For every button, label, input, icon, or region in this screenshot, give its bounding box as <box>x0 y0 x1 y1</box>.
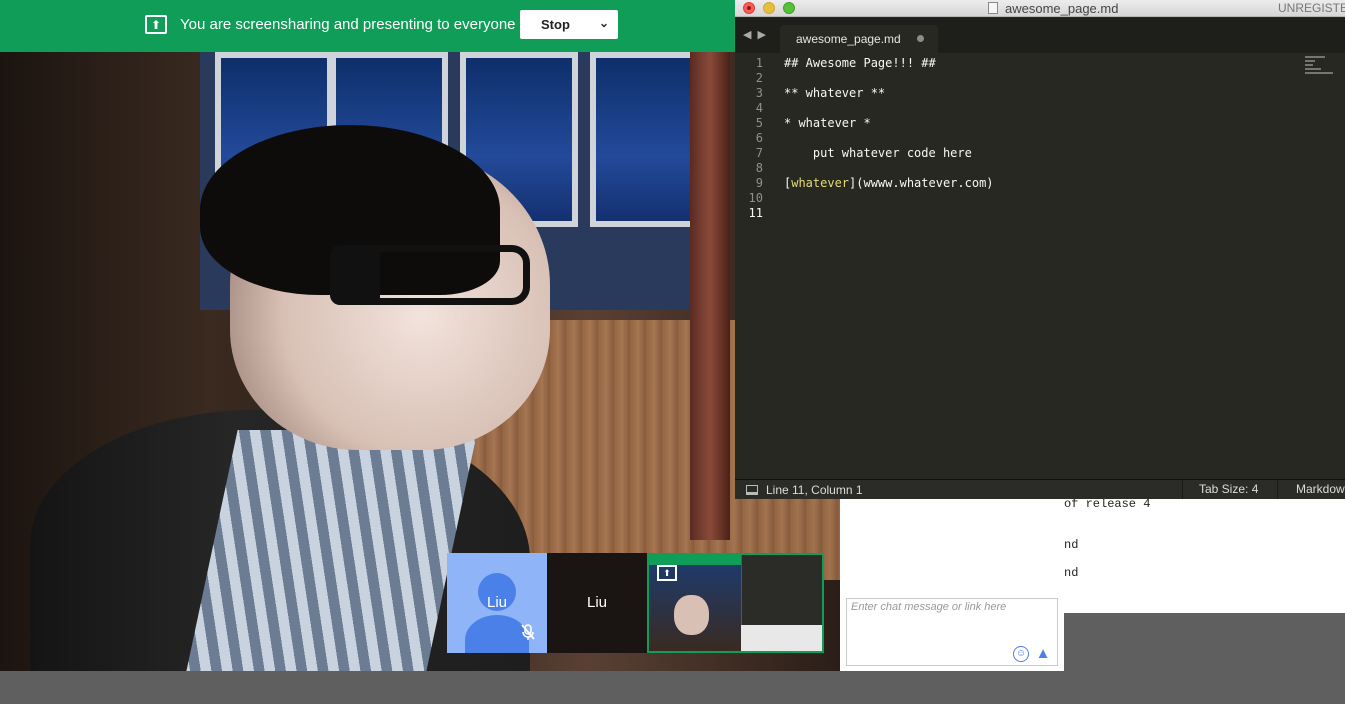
code-line: * whatever * <box>784 116 871 130</box>
drive-icon[interactable]: ▲ <box>1034 645 1052 663</box>
tab-awesome-page[interactable]: awesome_page.md <box>780 25 938 53</box>
mic-muted-icon <box>517 623 539 645</box>
minimap[interactable] <box>1305 54 1335 76</box>
line-number: 3 <box>755 86 763 100</box>
code-line: [whatever](wwww.whatever.com) <box>784 176 994 191</box>
tab-size-selector[interactable]: Tab Size: 4 <box>1182 480 1277 499</box>
presenting-banner: ⬆ You are screensharing and presenting t… <box>0 0 735 52</box>
participant-tile[interactable]: Liu <box>447 553 547 653</box>
panel-toggle-icon[interactable] <box>746 485 758 495</box>
link-url: ](wwww.whatever.com) <box>849 176 994 190</box>
mini-editor <box>741 555 822 625</box>
banner-message: You are screensharing and presenting to … <box>180 16 516 33</box>
code-line: ** whatever ** <box>784 86 886 100</box>
stop-button-label: Stop <box>541 17 570 32</box>
line-number: 7 <box>755 146 763 160</box>
tab-label: awesome_page.md <box>796 32 901 46</box>
background-document: of release 4 nd nd <box>1064 497 1345 613</box>
unregistered-label: UNREGISTE <box>1278 1 1345 15</box>
participant-filmstrip: Liu Liu ⬆ <box>447 553 824 653</box>
line-number: 11 <box>748 206 763 220</box>
editor-titlebar[interactable]: awesome_page.md UNREGISTE <box>735 0 1345 17</box>
line-number: 1 <box>755 56 763 70</box>
chevron-down-icon[interactable]: ⌄ <box>599 16 609 30</box>
mini-chat <box>741 625 822 651</box>
cursor-position: Line 11, Column 1 <box>766 483 863 497</box>
close-window-button[interactable] <box>743 2 755 14</box>
doc-line: nd <box>1064 538 1079 552</box>
screenshare-icon: ⬆ <box>657 565 677 581</box>
doc-line: nd <box>1064 566 1079 580</box>
zoom-window-button[interactable] <box>783 2 795 14</box>
minimize-window-button[interactable] <box>763 2 775 14</box>
line-number: 8 <box>755 161 763 175</box>
person-glasses <box>330 245 530 305</box>
line-number: 9 <box>755 176 763 190</box>
screenshare-icon: ⬆ <box>145 15 167 34</box>
doc-line: of release 4 <box>1064 497 1151 511</box>
chat-placeholder: Enter chat message or link here <box>851 601 1007 613</box>
screen: ⬆ You are screensharing and presenting t… <box>0 0 1345 704</box>
document-icon <box>988 2 998 14</box>
link-text: whatever <box>791 176 850 190</box>
line-number: 2 <box>755 71 763 85</box>
code-line: put whatever code here <box>784 146 972 160</box>
mini-face <box>674 595 709 635</box>
editor-window: awesome_page.md UNREGISTE ◀▶ awesome_pag… <box>735 0 1345 499</box>
curtain <box>690 40 730 540</box>
syntax-selector[interactable]: Markdown <box>1277 480 1345 499</box>
participant-tile[interactable]: Liu <box>547 553 647 653</box>
line-number: 10 <box>748 191 763 205</box>
stop-presenting-button[interactable]: Stop ⌄ <box>520 10 618 39</box>
code-line: ## Awesome Page!!! ## <box>784 56 936 70</box>
participant-name: Liu <box>586 594 608 611</box>
unsaved-dot-icon[interactable] <box>917 35 924 42</box>
tab-nav-arrows-icon[interactable]: ◀▶ <box>743 28 772 41</box>
mini-banner <box>649 555 741 565</box>
emoji-icon[interactable]: ☺ <box>1013 646 1029 662</box>
line-number: 6 <box>755 131 763 145</box>
chat-panel: Enter chat message or link here ☺ ▲ <box>840 499 1064 671</box>
line-number: 5 <box>755 116 763 130</box>
tab-bar: ◀▶ awesome_page.md <box>735 18 1345 53</box>
line-number: 4 <box>755 101 763 115</box>
participant-name: Liu <box>486 594 508 611</box>
status-bar: Line 11, Column 1 Tab Size: 4 Markdown <box>735 479 1345 499</box>
code-area[interactable]: 1 ## Awesome Page!!! ## 2 3 ** whatever … <box>735 54 1345 479</box>
window-title: awesome_page.md <box>1005 1 1119 16</box>
screen-share-tile[interactable]: ⬆ <box>647 553 824 653</box>
